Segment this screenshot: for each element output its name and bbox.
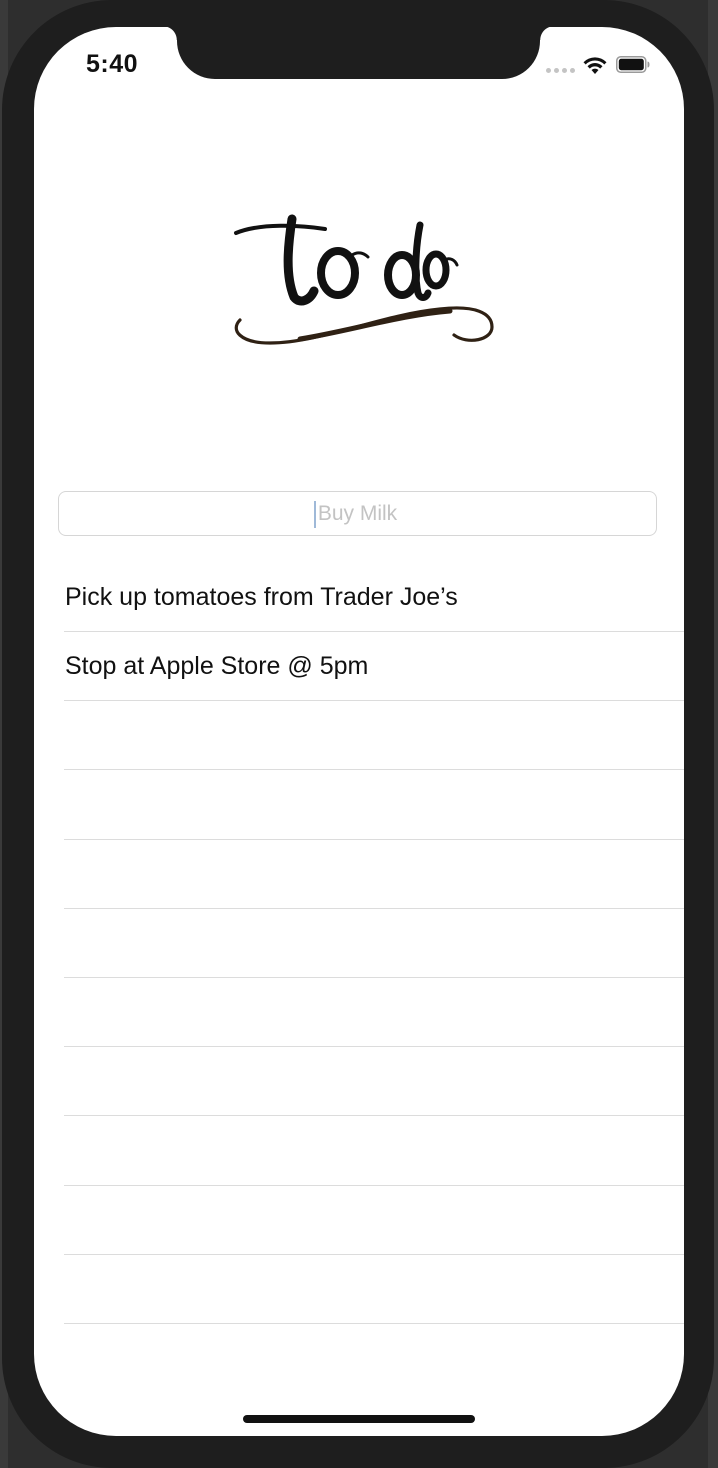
new-todo-input[interactable]: Buy Milk bbox=[58, 491, 657, 536]
cellular-signal-icon bbox=[546, 68, 575, 73]
todo-list-item[interactable] bbox=[64, 909, 684, 978]
todo-list-item[interactable] bbox=[64, 701, 684, 770]
new-todo-placeholder: Buy Milk bbox=[317, 502, 398, 525]
todo-list-item[interactable] bbox=[64, 840, 684, 909]
device-notch bbox=[163, 26, 554, 79]
wifi-icon bbox=[583, 57, 607, 74]
todo-list-item[interactable] bbox=[64, 771, 684, 840]
todo-list-item[interactable] bbox=[64, 1186, 684, 1255]
todo-list-item[interactable] bbox=[64, 1255, 684, 1324]
battery-icon bbox=[616, 56, 650, 73]
todo-list-item[interactable] bbox=[64, 1047, 684, 1116]
home-indicator[interactable] bbox=[243, 1415, 475, 1423]
todo-list-item[interactable]: Stop at Apple Store @ 5pm bbox=[64, 632, 684, 701]
status-bar-time: 5:40 bbox=[86, 50, 139, 78]
todo-logo bbox=[234, 214, 494, 345]
todo-item-label: Pick up tomatoes from Trader Joe’s bbox=[65, 583, 458, 611]
todo-list-item[interactable] bbox=[64, 978, 684, 1047]
todo-item-label: Stop at Apple Store @ 5pm bbox=[65, 652, 369, 680]
todo-list-item[interactable]: Pick up tomatoes from Trader Joe’s bbox=[64, 563, 684, 632]
todo-list-item[interactable] bbox=[64, 1117, 684, 1186]
